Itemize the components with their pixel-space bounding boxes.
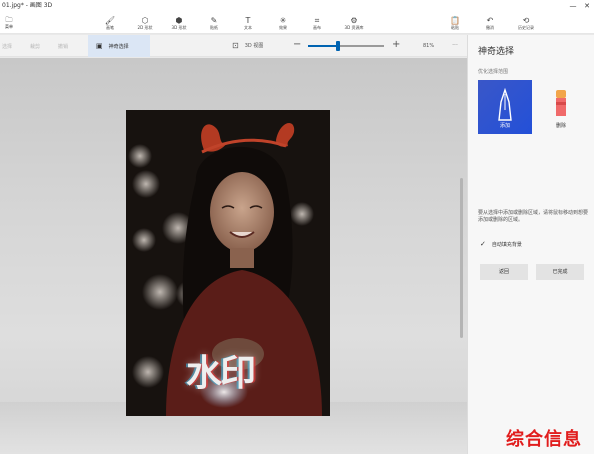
paste-icon: 📋 bbox=[450, 15, 460, 25]
zoom-out-button[interactable]: − bbox=[293, 39, 301, 50]
tool-label: 2D 形状 bbox=[137, 24, 153, 30]
zoom-slider[interactable] bbox=[308, 41, 384, 51]
tool-text[interactable]: T 文本 bbox=[235, 12, 261, 34]
sticker-icon: ✎ bbox=[210, 15, 218, 25]
minimize-button[interactable]: — bbox=[566, 0, 580, 12]
autofill-background-label: 自动填充背景 bbox=[491, 241, 522, 248]
watermark-text[interactable]: 水印 bbox=[186, 344, 256, 396]
tool-stickers[interactable]: ✎ 贴纸 bbox=[201, 12, 227, 34]
tool-paste[interactable]: 📋 粘贴 bbox=[442, 12, 468, 34]
menu-label: 菜单 bbox=[5, 24, 13, 29]
zoom-percent: 81% bbox=[423, 43, 435, 49]
title-bar: 01.jpg* - 画图 3D — ✕ bbox=[0, 0, 594, 12]
autofill-background-checkbox[interactable]: ✓ 自动填充背景 bbox=[480, 240, 522, 248]
zoom-in-button[interactable]: + bbox=[392, 39, 400, 50]
faded-crop: 裁剪 bbox=[30, 44, 41, 50]
faded-undo: 撤销 bbox=[58, 44, 69, 50]
tool-label: 画布 bbox=[313, 24, 321, 30]
effects-icon: ✳ bbox=[279, 15, 287, 25]
ribbon: 🗀 菜单 🖌 画笔 ⬡ 2D 形状 ⬢ 3D 形状 ✎ 贴纸 T 文本 ✳ 效果… bbox=[0, 12, 594, 34]
tool-label: 文本 bbox=[244, 24, 252, 30]
paint3d-window: 01.jpg* - 画图 3D — ✕ 🗀 菜单 🖌 画笔 ⬡ 2D 形状 ⬢ … bbox=[0, 0, 594, 454]
magic-select-panel: 神奇选择 优化选择范围 添加 删除 要从选择中添加或删除区域，请将鼠标移动到想要… bbox=[467, 35, 594, 454]
brand-watermark: 综合信息 bbox=[506, 429, 582, 450]
more-options-button[interactable]: ··· bbox=[448, 39, 462, 53]
tool-effects[interactable]: ✳ 效果 bbox=[270, 12, 296, 34]
back-button[interactable]: 返回 bbox=[480, 264, 528, 280]
canvas-icon: ⌗ bbox=[314, 15, 320, 25]
folder-icon: 🗀 bbox=[5, 16, 13, 24]
undo-icon: ↶ bbox=[486, 15, 494, 25]
checkmark-icon: ✓ bbox=[480, 240, 486, 248]
window-controls: — ✕ bbox=[566, 0, 594, 12]
tool-2d-shapes[interactable]: ⬡ 2D 形状 bbox=[132, 12, 158, 34]
remove-option-tile[interactable]: 删除 bbox=[534, 80, 588, 134]
tool-3d-library[interactable]: ⚙ 3D 资源库 bbox=[341, 12, 367, 34]
add-option-label: 添加 bbox=[499, 123, 510, 129]
add-option-tile[interactable]: 添加 bbox=[478, 80, 532, 134]
done-button[interactable]: 已完成 bbox=[536, 264, 584, 280]
magic-select-toolbar: 选择 裁剪 撤销 ▣ 神奇选择 ⊡ 3D 视图 − + 81% ··· bbox=[0, 35, 467, 57]
tool-label: 贴纸 bbox=[210, 24, 218, 30]
magic-select-label: 神奇选择 bbox=[108, 43, 129, 50]
view-3d-toggle[interactable]: ⊡ 3D 视图 bbox=[232, 41, 263, 50]
tool-label: 3D 形状 bbox=[171, 24, 187, 30]
tool-brushes[interactable]: 🖌 画笔 bbox=[97, 12, 123, 34]
tool-3d-shapes[interactable]: ⬢ 3D 形状 bbox=[166, 12, 192, 34]
tool-label: 效果 bbox=[279, 24, 287, 30]
brush-icon: 🖌 bbox=[104, 15, 116, 25]
history-icon: ⟲ bbox=[522, 15, 530, 25]
tool-undo[interactable]: ↶ 撤消 bbox=[477, 12, 503, 34]
panel-title: 神奇选择 bbox=[478, 47, 515, 57]
view-3d-label: 3D 视图 bbox=[244, 43, 264, 49]
menu-button[interactable]: 🗀 菜单 bbox=[2, 12, 16, 34]
canvas-area[interactable]: 水印 bbox=[0, 58, 467, 454]
faded-select: 选择 bbox=[2, 44, 13, 50]
tool-label: 3D 资源库 bbox=[344, 24, 364, 30]
magic-select-icon: ▣ bbox=[96, 42, 103, 50]
library-3d-icon: ⚙ bbox=[350, 15, 358, 25]
panel-description: 要从选择中添加或删除区域，请将鼠标移动到想要添加或删除的区域。 bbox=[478, 210, 589, 223]
tool-label: 粘贴 bbox=[451, 24, 459, 30]
panel-buttons: 返回 已完成 bbox=[480, 264, 584, 280]
zoom-slider-thumb[interactable] bbox=[336, 41, 341, 51]
text-icon: T bbox=[245, 15, 251, 25]
tool-canvas[interactable]: ⌗ 画布 bbox=[304, 12, 330, 34]
shapes-2d-icon: ⬡ bbox=[141, 15, 149, 25]
magic-select-button[interactable]: ▣ 神奇选择 bbox=[88, 35, 150, 57]
tool-history[interactable]: ⟲ 历史记录 bbox=[511, 12, 541, 34]
vertical-scrollbar[interactable] bbox=[460, 178, 463, 338]
photo-image[interactable]: 水印 bbox=[126, 110, 330, 416]
tool-label: 历史记录 bbox=[518, 24, 534, 30]
close-button[interactable]: ✕ bbox=[580, 0, 594, 12]
panel-subtitle: 优化选择范围 bbox=[478, 69, 509, 75]
zoom-slider-fill bbox=[308, 45, 339, 47]
remove-option-label: 删除 bbox=[555, 123, 566, 129]
cube-icon: ⬢ bbox=[175, 15, 183, 25]
view-3d-icon: ⊡ bbox=[232, 41, 239, 50]
window-title: 01.jpg* - 画图 3D bbox=[2, 2, 53, 9]
tool-label: 画笔 bbox=[106, 24, 114, 30]
tool-label: 撤消 bbox=[486, 24, 494, 30]
